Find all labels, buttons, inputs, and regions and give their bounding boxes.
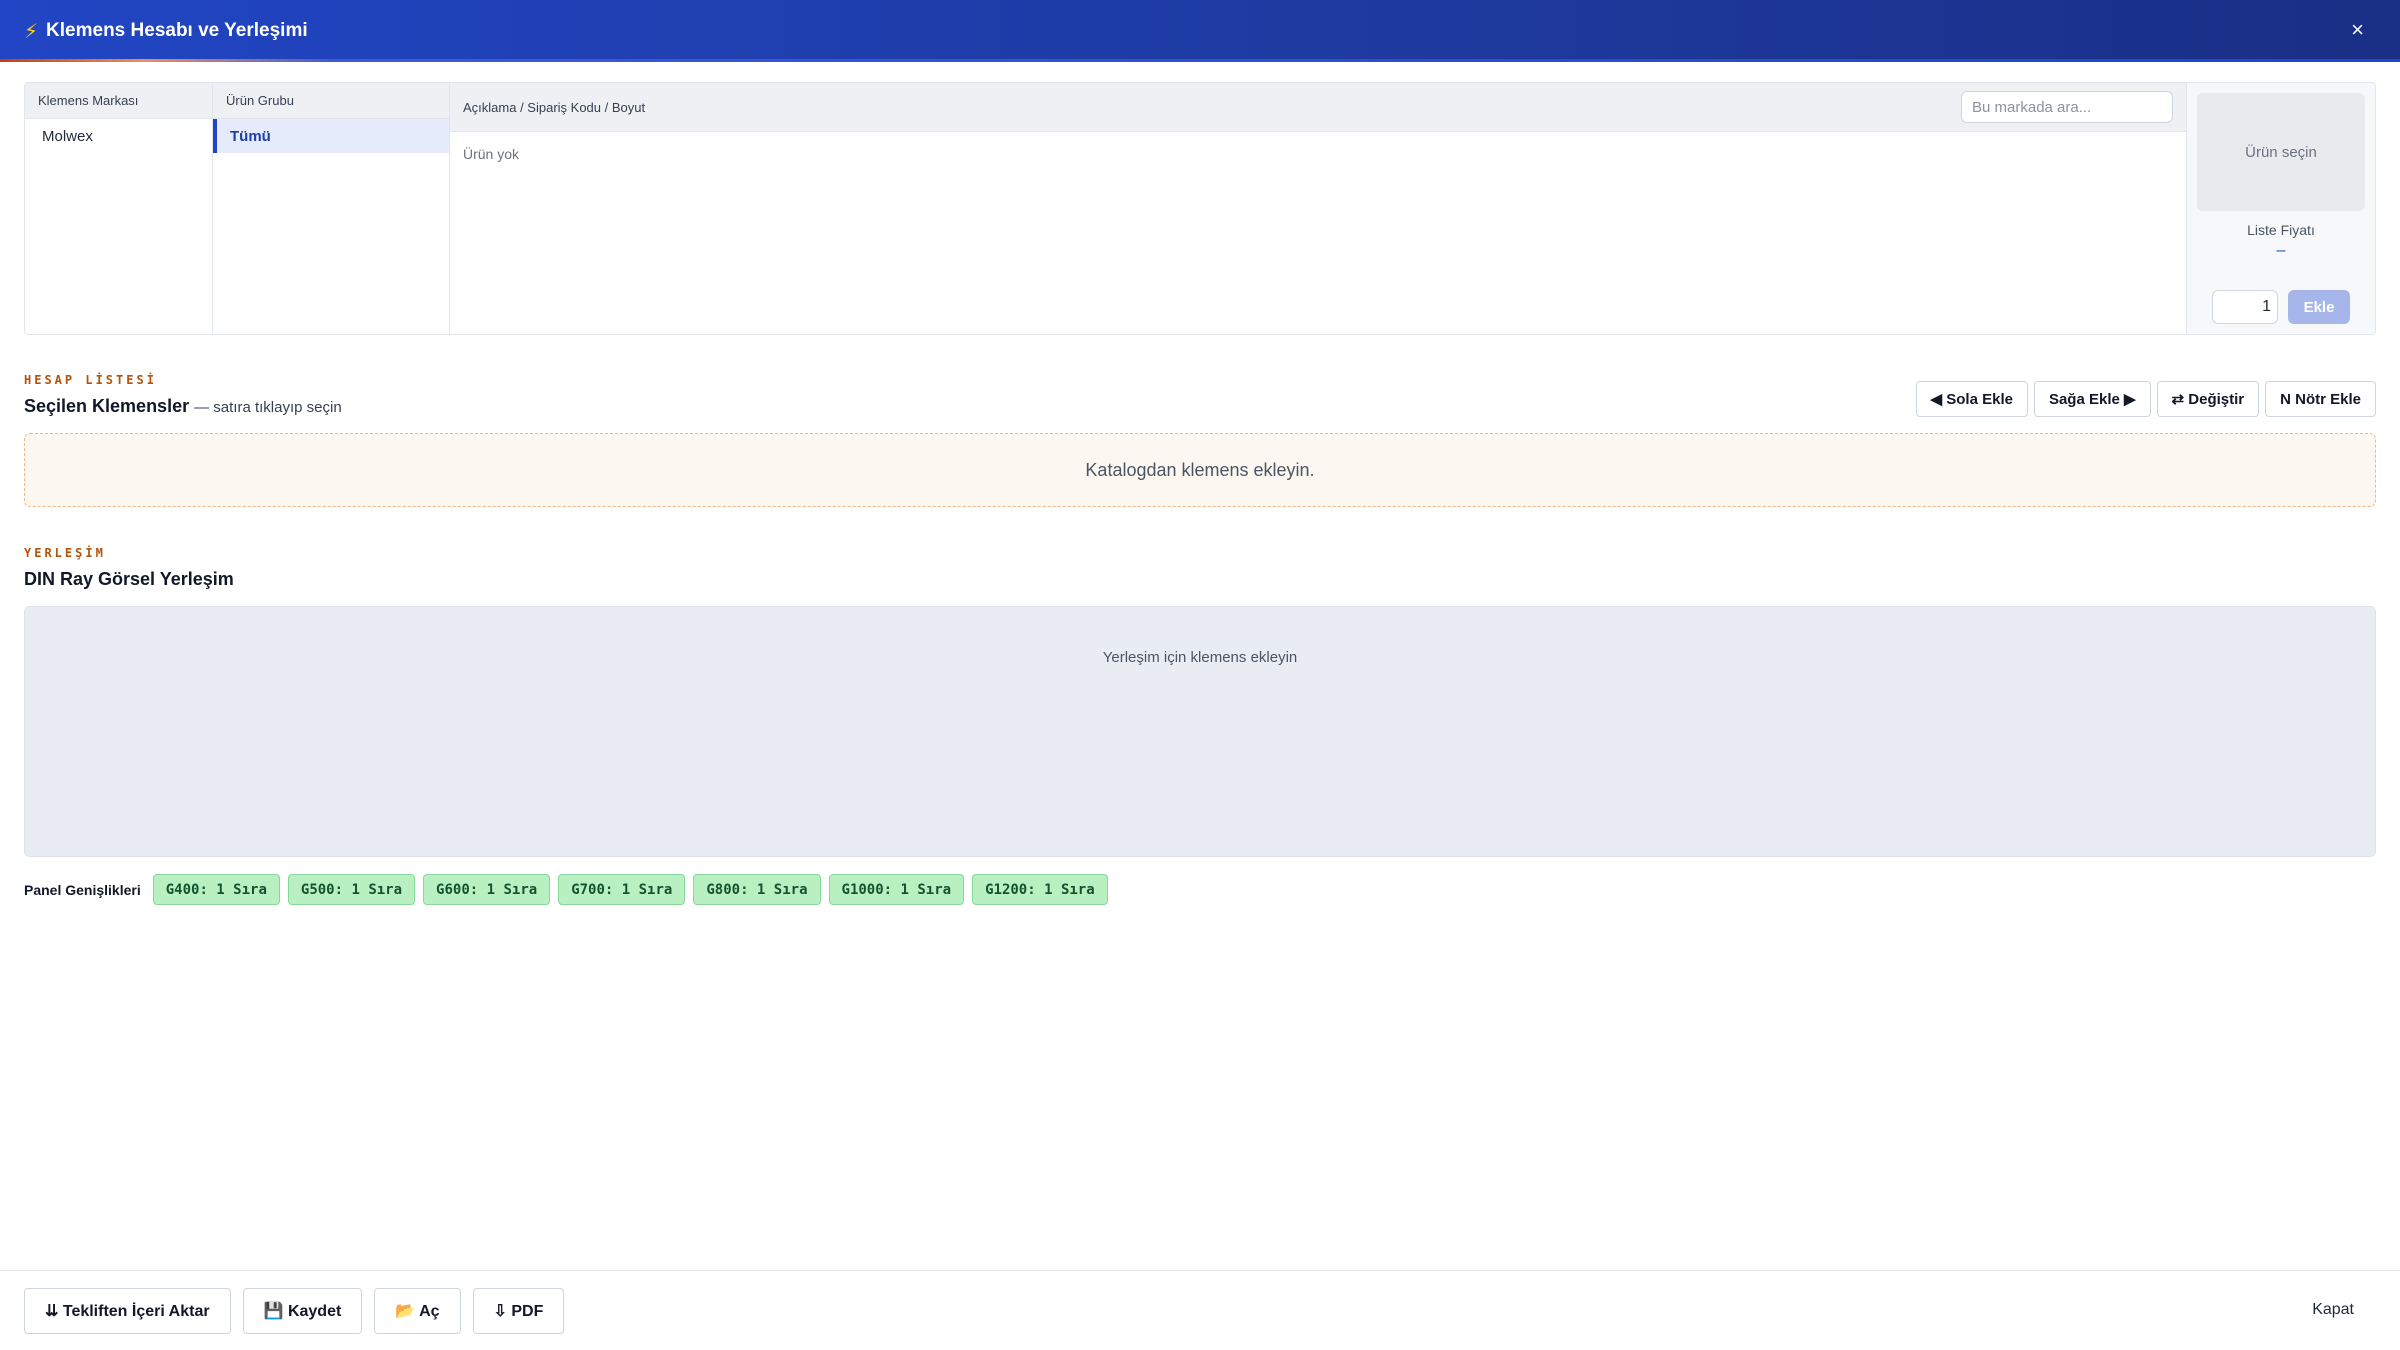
price-label: Liste Fiyatı xyxy=(2247,222,2315,238)
add-button[interactable]: Ekle xyxy=(2288,290,2350,324)
price-value: – xyxy=(2276,242,2286,259)
description-header-label: Açıklama / Sipariş Kodu / Boyut xyxy=(463,99,646,115)
panel-widths-label: Panel Genişlikleri xyxy=(24,881,141,898)
search-input[interactable] xyxy=(1961,91,2173,123)
open-button[interactable]: 📂 Aç xyxy=(374,1288,461,1334)
add-neutral-button[interactable]: N Nötr Ekle xyxy=(2265,381,2376,417)
empty-product-text: Ürün yok xyxy=(463,146,520,162)
swap-button[interactable]: ⇄ Değiştir xyxy=(2156,381,2260,417)
group-item-all[interactable]: Tümü xyxy=(213,119,449,153)
account-list-title: Seçilen Klemensler — satıra tıklayıp seç… xyxy=(24,396,342,417)
save-button[interactable]: 💾 Kaydet xyxy=(242,1288,363,1334)
panel-widths-row: Panel Genişlikleri G400: 1 Sıra G500: 1 … xyxy=(24,874,1108,905)
panel-width-chip: G800: 1 Sıra xyxy=(693,874,821,905)
close-button[interactable]: Kapat xyxy=(2312,1301,2354,1319)
layout-eyebrow: YERLEŞİM xyxy=(24,546,106,560)
brand-column-header: Klemens Markası xyxy=(25,83,212,119)
dialog-header: ⚡ Klemens Hesabı ve Yerleşimi × xyxy=(0,0,2400,62)
group-column-header: Ürün Grubu xyxy=(213,83,449,119)
product-preview: Ürün seçin xyxy=(2197,93,2365,211)
panel-width-chip: G400: 1 Sıra xyxy=(152,874,280,905)
close-icon[interactable]: × xyxy=(2351,18,2364,42)
add-left-button[interactable]: ◀ Sola Ekle xyxy=(1915,381,2028,417)
panel-width-chip: G1200: 1 Sıra xyxy=(972,874,1108,905)
account-list-actions: ◀ Sola Ekle Sağa Ekle ▶ ⇄ Değiştir N Nöt… xyxy=(1915,381,2376,417)
din-rail-layout-area: Yerleşim için klemens ekleyin xyxy=(24,606,2376,857)
description-column-header: Açıklama / Sipariş Kodu / Boyut xyxy=(450,83,2186,132)
add-row: Ekle xyxy=(2187,290,2375,324)
brand-column: Klemens Markası Molwex xyxy=(25,83,213,334)
account-list-subtitle: — satıra tıklayıp seçin xyxy=(194,399,342,416)
panel-width-chip: G600: 1 Sıra xyxy=(423,874,551,905)
panel-width-chip: G700: 1 Sıra xyxy=(558,874,686,905)
account-list-title-text: Seçilen Klemensler xyxy=(24,396,190,416)
footer-actions: ⇊ Tekliften İçeri Aktar 💾 Kaydet 📂 Aç ⇩ … xyxy=(24,1288,565,1334)
quantity-input[interactable] xyxy=(2212,290,2278,324)
panel-width-chip: G1000: 1 Sıra xyxy=(828,874,965,905)
product-catalog: Klemens Markası Molwex Ürün Grubu Tümü A… xyxy=(24,82,2376,335)
brand-item-molwex[interactable]: Molwex xyxy=(25,119,212,153)
dialog-footer: ⇊ Tekliften İçeri Aktar 💾 Kaydet 📂 Aç ⇩ … xyxy=(0,1270,2400,1350)
account-list-eyebrow: HESAP LİSTESİ xyxy=(24,373,157,387)
description-column: Açıklama / Sipariş Kodu / Boyut Ürün yok xyxy=(450,83,2187,334)
dialog-title-text: Klemens Hesabı ve Yerleşimi xyxy=(46,20,308,41)
dialog-title: ⚡ Klemens Hesabı ve Yerleşimi xyxy=(24,19,308,44)
group-column: Ürün Grubu Tümü xyxy=(213,83,450,334)
import-from-quote-button[interactable]: ⇊ Tekliften İçeri Aktar xyxy=(24,1288,231,1334)
panel-width-chip: G500: 1 Sıra xyxy=(287,874,416,905)
pdf-button[interactable]: ⇩ PDF xyxy=(472,1288,565,1334)
lightning-icon: ⚡ xyxy=(24,20,39,43)
layout-title: DIN Ray Görsel Yerleşim xyxy=(24,569,234,589)
add-right-button[interactable]: Sağa Ekle ▶ xyxy=(2033,381,2151,417)
product-detail-panel: Ürün seçin Liste Fiyatı – Ekle xyxy=(2187,83,2375,334)
selected-terminals-empty: Katalogdan klemens ekleyin. xyxy=(24,433,2376,507)
